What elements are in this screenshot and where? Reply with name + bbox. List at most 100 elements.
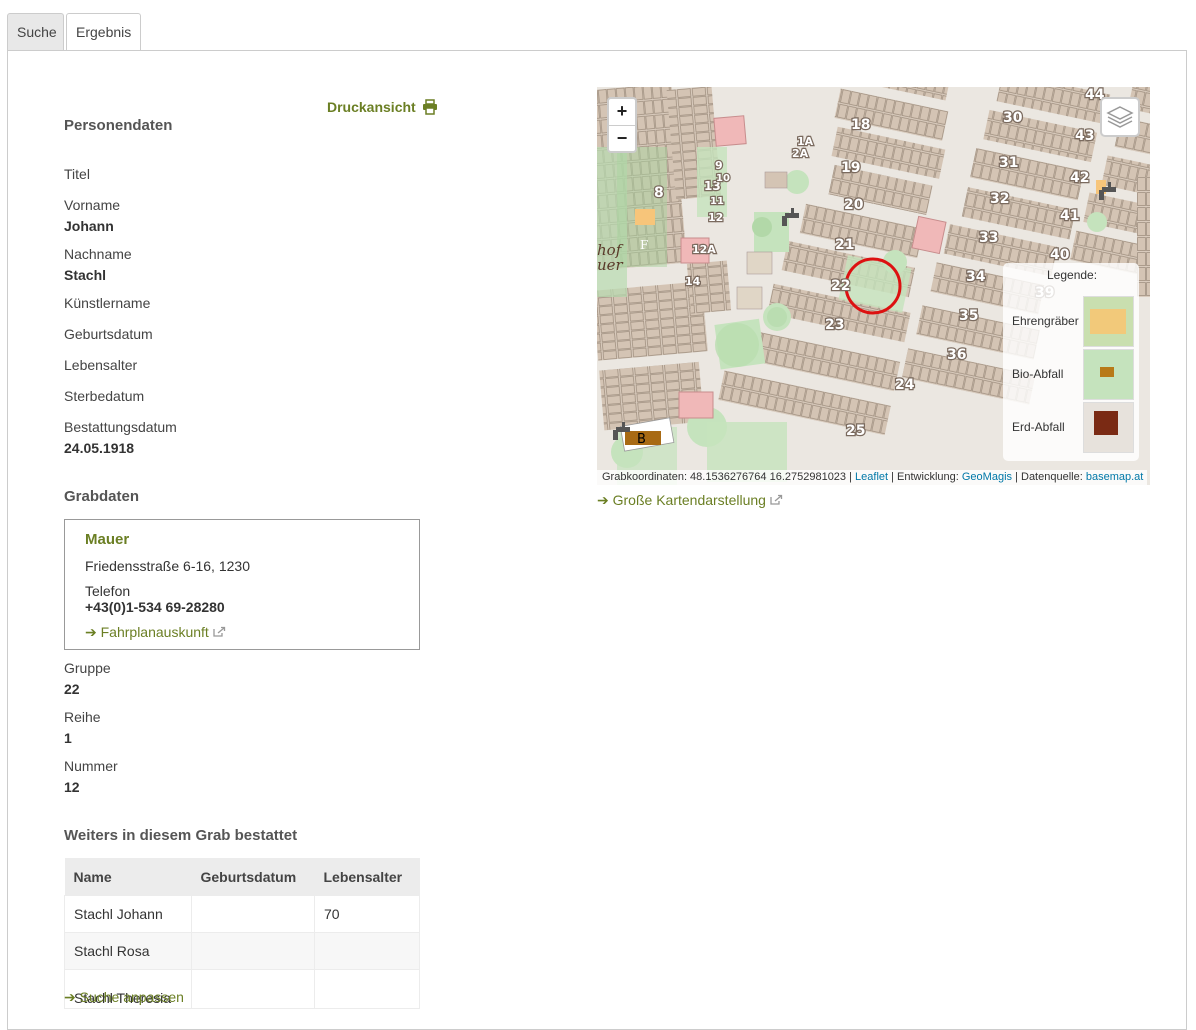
map-label: 18: [851, 117, 870, 133]
zoom-out-button[interactable]: −: [609, 126, 635, 152]
legend-item-erd-abfall: Erd-Abfall: [1012, 420, 1065, 434]
cemetery-map[interactable]: 18 19 20 21 22 23 24 25 30 31 32 33 34 3…: [597, 87, 1150, 485]
arrow-right-icon: ➔: [64, 989, 76, 1005]
map-label: 12A: [692, 243, 716, 256]
map-label: 9: [715, 159, 723, 172]
map-label: 30: [1003, 110, 1023, 126]
nachname-label: Nachname: [64, 246, 132, 262]
gruppe-label: Gruppe: [64, 660, 111, 676]
map-label: 24: [895, 377, 915, 393]
map-label: 42: [1070, 170, 1089, 186]
gruppe-value: 22: [64, 681, 80, 697]
legend-item-bio-abfall: Bio-Abfall: [1012, 367, 1064, 381]
datenquelle-label: Datenquelle:: [1021, 471, 1083, 483]
geburtsdatum-label: Geburtsdatum: [64, 326, 153, 342]
map-label: 35: [959, 308, 978, 324]
entwicklung-label: Entwicklung:: [897, 471, 959, 483]
layers-button[interactable]: [1100, 97, 1140, 137]
external-link-icon: [213, 626, 225, 637]
map-label: 22: [831, 278, 850, 294]
map-label: 11: [710, 196, 724, 207]
col-geburtsdatum: Geburtsdatum: [191, 858, 315, 896]
titel-label: Titel: [64, 166, 90, 182]
map-label: B: [637, 432, 646, 447]
phone-label: Telefon: [85, 583, 131, 599]
reihe-label: Reihe: [64, 709, 101, 725]
map-label: 19: [841, 160, 860, 176]
map-label: 31: [999, 155, 1018, 171]
map-label: 20: [844, 197, 864, 213]
bestattungsdatum-value: 24.05.1918: [64, 440, 135, 456]
legend-title: Legende:: [1047, 268, 1098, 282]
basemap-link[interactable]: basemap.at: [1086, 471, 1143, 483]
table-row: Stachl Rosa: [64, 932, 420, 970]
suche-anpassen-label: Suche anpassen: [79, 989, 184, 1005]
tab-suche[interactable]: Suche: [7, 13, 64, 50]
map-label: 32: [990, 191, 1009, 207]
map-label: 21: [835, 237, 854, 253]
big-map-label: Große Kartendarstellung: [612, 492, 766, 508]
map-label: 34: [966, 269, 986, 285]
arrow-right-icon: ➔: [85, 624, 97, 640]
external-link-icon: [770, 494, 782, 505]
bestattungsdatum-label: Bestattungsdatum: [64, 419, 177, 435]
weitere-table: Name Geburtsdatum Lebensalter Stachl Joh…: [64, 858, 420, 1009]
tab-ergebnis[interactable]: Ergebnis: [66, 13, 141, 51]
zoom-in-button[interactable]: +: [609, 99, 635, 126]
map-label: 14: [685, 275, 701, 288]
big-map-link[interactable]: ➔ Große Kartendarstellung: [597, 492, 783, 509]
cemetery-card: Mauer Friedensstraße 6-16, 1230 Telefon …: [64, 519, 420, 650]
fahrplan-link[interactable]: ➔ Fahrplanauskunft: [85, 624, 226, 641]
layers-icon: [1106, 106, 1134, 128]
cell-lebensalter: [314, 932, 420, 970]
grab-coordinates: Grabkoordinaten: 48.1536276764 16.275298…: [602, 471, 847, 483]
map-label: 33: [979, 230, 998, 246]
map-label: 25: [846, 423, 865, 439]
map-label: 2A: [792, 147, 809, 160]
nachname-value: Stachl: [64, 267, 107, 283]
print-view-link[interactable]: Druckansicht: [327, 99, 438, 115]
col-name: Name: [64, 858, 192, 896]
map-label: 12: [708, 211, 723, 224]
zoom-control: + −: [607, 97, 637, 153]
table-header-row: Name Geburtsdatum Lebensalter: [64, 858, 420, 896]
nummer-value: 12: [64, 779, 80, 795]
cell-geburtsdatum: [191, 895, 315, 933]
kuenstlername-label: Künstlername: [64, 295, 151, 311]
leaflet-link[interactable]: Leaflet: [855, 471, 888, 483]
weitere-heading: Weiters in diesem Grab bestattet: [64, 827, 298, 844]
map-attribution: Grabkoordinaten: 48.1536276764 16.275298…: [597, 470, 1148, 485]
reihe-value: 1: [64, 730, 72, 746]
suche-anpassen-link[interactable]: ➔ Suche anpassen: [64, 989, 184, 1006]
map-label: 10: [716, 173, 730, 184]
grabdaten-heading: Grabdaten: [64, 488, 140, 505]
map-label: 36: [947, 347, 966, 363]
legend-item-ehrengraeber: Ehrengräber: [1012, 314, 1079, 328]
cemetery-address: Friedensstraße 6-16, 1230: [85, 558, 250, 574]
cell-geburtsdatum: [191, 932, 315, 970]
lebensalter-label: Lebensalter: [64, 357, 138, 373]
cell-geburtsdatum: [191, 969, 315, 1009]
printer-icon: [422, 99, 437, 115]
legend-swatch-bio-abfall: [1083, 349, 1134, 400]
print-view-label: Druckansicht: [327, 99, 416, 115]
sterbedatum-label: Sterbedatum: [64, 388, 145, 404]
nummer-label: Nummer: [64, 758, 118, 774]
map-label: 23: [825, 317, 844, 333]
map-label: 40: [1050, 247, 1070, 263]
phone-value: +43(0)1-534 69-28280: [85, 599, 225, 615]
cell-lebensalter: [314, 969, 420, 1009]
personendaten-heading: Personendaten: [64, 117, 173, 134]
map-label: 8: [654, 185, 664, 201]
geomagis-link[interactable]: GeoMagis: [962, 471, 1012, 483]
cell-name: Stachl Johann: [64, 895, 192, 933]
cemetery-name: Mauer: [85, 531, 130, 548]
legend-swatch-erd-abfall: [1083, 402, 1134, 453]
legend-swatch-ehrengraeber: [1083, 296, 1134, 347]
arrow-right-icon: ➔: [597, 492, 609, 508]
map-legend: Legende: Ehrengräber Bio-Abfall Erd-Abfa…: [1003, 263, 1139, 461]
map-label: 41: [1060, 208, 1079, 224]
vorname-label: Vorname: [64, 197, 121, 213]
map-label: uer: [597, 256, 624, 274]
cell-lebensalter: 70: [314, 895, 420, 933]
